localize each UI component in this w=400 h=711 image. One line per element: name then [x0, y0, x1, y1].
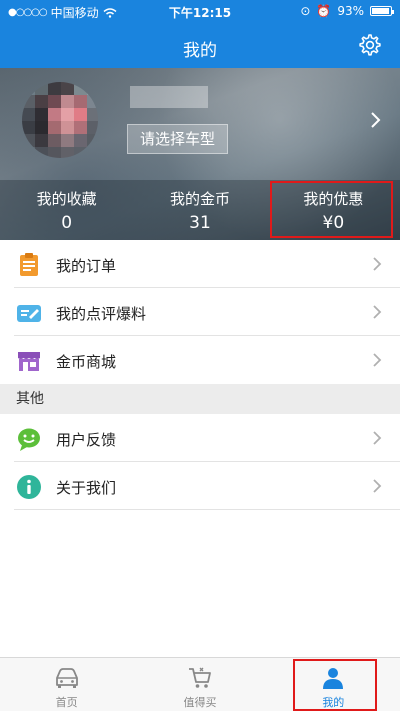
top-bar: ●○○○○ 中国移动 下午12:15 ⊙ ⏰ 93% 我的	[0, 0, 400, 68]
tab-label: 首页	[55, 696, 78, 709]
stat-label: 我的收藏	[36, 190, 97, 208]
page-title: 我的	[183, 41, 217, 61]
stat-coins[interactable]: 我的金币 31	[133, 180, 266, 240]
menu-list: 我的订单 我的点评爆料 金币商城 其他 用户反馈 关于我们	[0, 240, 400, 510]
tab-deals[interactable]: 值得买	[133, 658, 266, 711]
battery-icon	[370, 6, 394, 16]
gear-icon[interactable]	[358, 33, 382, 57]
select-car-button[interactable]: 请选择车型	[127, 124, 228, 154]
avatar[interactable]	[22, 82, 98, 158]
chevron-right-icon	[373, 431, 382, 445]
chevron-right-icon	[373, 353, 382, 367]
chevron-right-icon	[373, 257, 382, 271]
list-item-label: 关于我们	[56, 479, 117, 497]
alarm-icon: ⏰	[316, 4, 332, 18]
status-bar: ●○○○○ 中国移动 下午12:15 ⊙ ⏰ 93%	[0, 0, 400, 22]
annotation-highlight-box	[270, 181, 393, 238]
edit-note-icon	[17, 305, 41, 322]
feedback-smile-icon	[18, 428, 40, 451]
list-item-label: 我的订单	[56, 257, 117, 275]
list-item-reviews[interactable]: 我的点评爆料	[14, 288, 400, 336]
list-item-orders[interactable]: 我的订单	[14, 240, 400, 288]
stat-value: 0	[61, 213, 73, 233]
stat-value: 31	[189, 213, 211, 233]
rotation-lock-icon: ⊙	[300, 4, 311, 18]
tab-label: 值得买	[183, 696, 217, 709]
chevron-right-icon	[373, 305, 382, 319]
list-item-feedback[interactable]: 用户反馈	[14, 414, 400, 462]
username-redacted	[130, 86, 208, 108]
list-item-label: 金币商城	[56, 353, 117, 371]
list-item-label: 用户反馈	[56, 431, 117, 449]
chevron-right-icon[interactable]	[370, 112, 382, 128]
stat-favorites[interactable]: 我的收藏 0	[0, 180, 133, 240]
list-item-label: 我的点评爆料	[56, 305, 147, 323]
tab-home[interactable]: 首页	[0, 658, 133, 711]
list-item-coin-mall[interactable]: 金币商城	[14, 336, 400, 384]
list-item-about[interactable]: 关于我们	[14, 462, 400, 510]
car-icon	[55, 668, 78, 688]
stat-label: 我的金币	[169, 190, 230, 208]
clipboard-icon	[20, 253, 38, 276]
section-header-other: 其他	[0, 384, 400, 414]
battery-percent: 93%	[337, 4, 364, 18]
store-icon	[18, 352, 40, 371]
info-icon	[17, 475, 41, 499]
shopping-cart-icon	[188, 667, 211, 688]
annotation-highlight-box	[293, 659, 377, 711]
chevron-right-icon	[373, 479, 382, 493]
